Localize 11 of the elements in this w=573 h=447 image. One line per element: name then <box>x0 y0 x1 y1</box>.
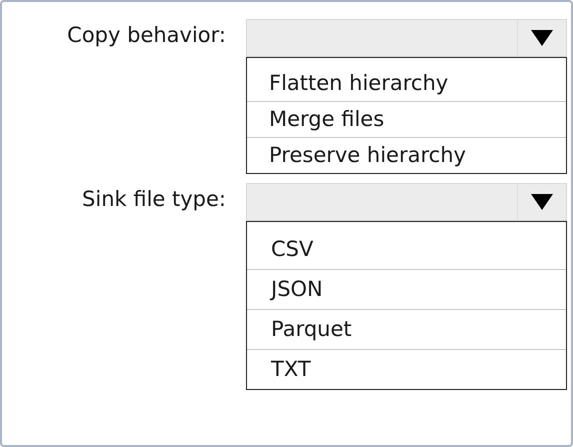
dropdown-option[interactable]: Flatten hierarchy <box>247 66 566 102</box>
dropdown-option[interactable]: JSON <box>247 270 566 310</box>
dropdown-option[interactable]: CSV <box>247 230 566 270</box>
field-label: Sink file type: <box>81 186 226 213</box>
dropdown-option[interactable]: TXT <box>247 350 566 389</box>
dropdown-arrow-icon[interactable] <box>531 30 553 46</box>
dropdown-option[interactable]: Merge files <box>247 102 566 138</box>
dropdown-option[interactable]: Parquet <box>247 310 566 350</box>
dropdown-option[interactable]: Preserve hierarchy <box>247 138 566 173</box>
dropdown-arrow-icon[interactable] <box>531 194 553 210</box>
field-label: Copy behavior: <box>66 22 226 49</box>
